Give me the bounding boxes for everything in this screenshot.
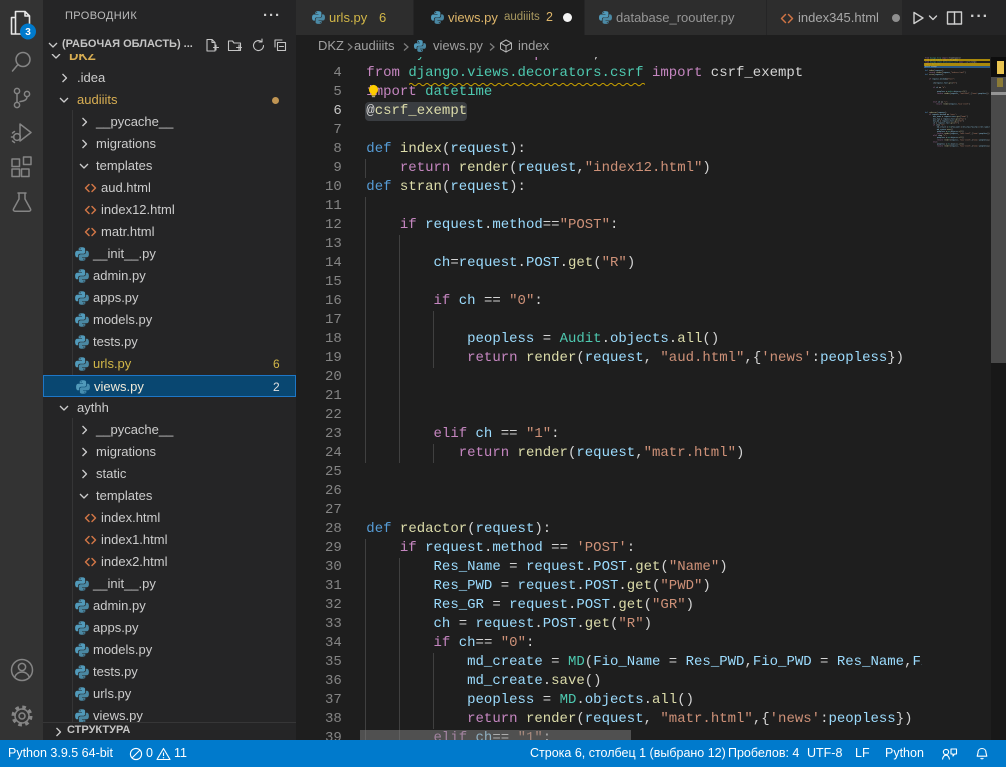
svg-text:3: 3 [25, 27, 31, 38]
